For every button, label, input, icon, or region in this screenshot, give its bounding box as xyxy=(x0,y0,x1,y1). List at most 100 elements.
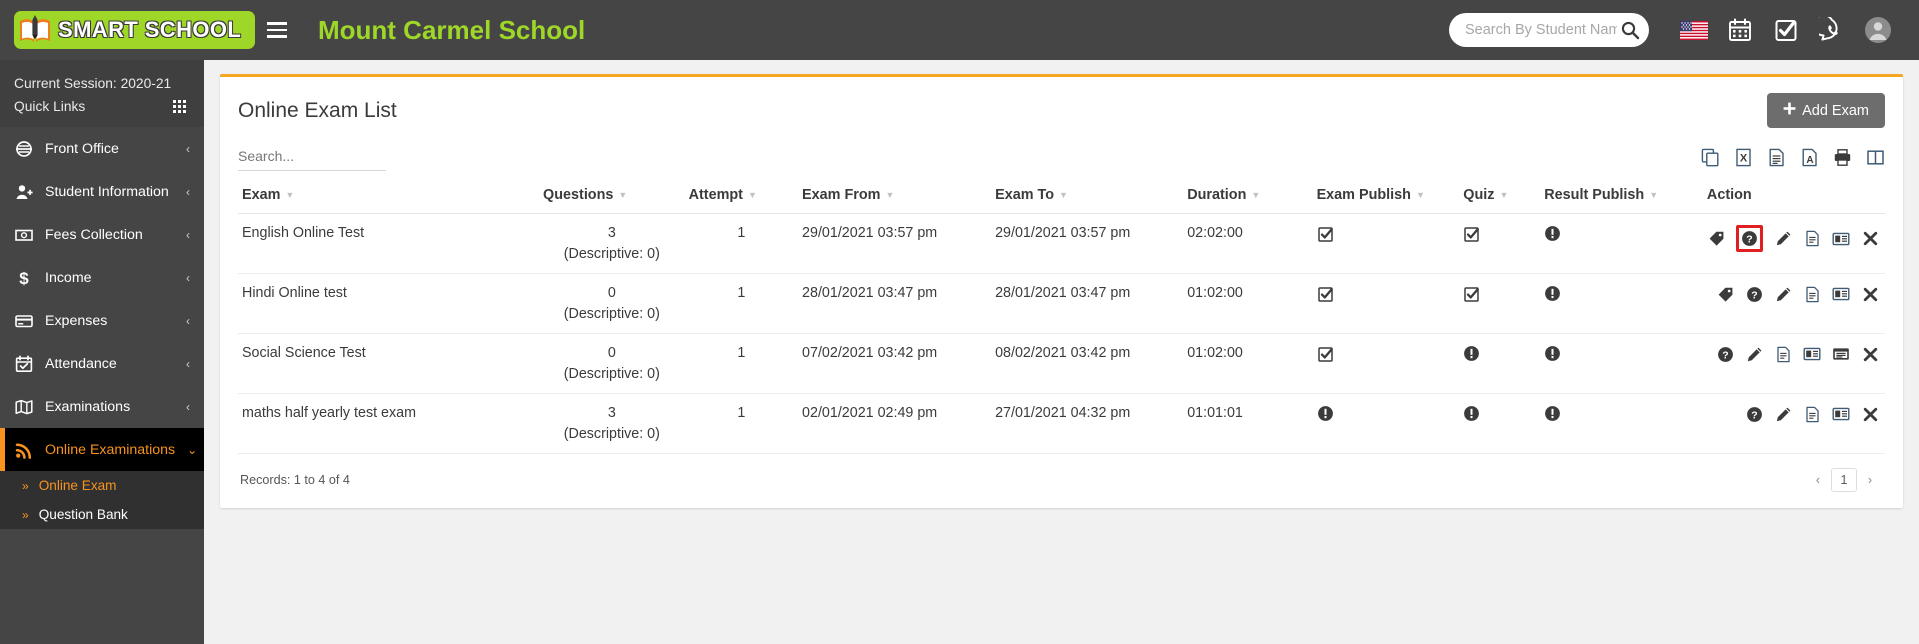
table-footer: Records: 1 to 4 of 4 ‹ 1 › xyxy=(238,454,1885,498)
sidebar-item-income[interactable]: $ Income ‹ xyxy=(0,256,204,299)
col-duration[interactable]: Duration ▼ xyxy=(1183,181,1313,214)
cell-exam: Hindi Online test xyxy=(238,273,540,334)
document-icon[interactable] xyxy=(1803,285,1821,303)
rss-signal-icon xyxy=(14,441,33,459)
pagination-prev[interactable]: ‹ xyxy=(1805,468,1831,492)
sidebar-item-fees-collection[interactable]: Fees Collection ‹ xyxy=(0,213,204,256)
table-row[interactable]: English Online Test 3 (Descriptive: 0) 1… xyxy=(238,213,1885,274)
result-card-icon[interactable] xyxy=(1832,230,1850,248)
sidebar-item-front-office[interactable]: Front Office ‹ xyxy=(0,127,204,170)
csv-icon[interactable] xyxy=(1766,147,1786,167)
col-attempt[interactable]: Attempt ▼ xyxy=(684,181,799,214)
edit-pencil-icon[interactable] xyxy=(1774,285,1792,303)
edit-pencil-icon[interactable] xyxy=(1774,405,1792,423)
sidebar-item-student-information[interactable]: Student Information ‹ xyxy=(0,170,204,213)
status-info-icon[interactable] xyxy=(1544,345,1561,362)
delete-x-icon[interactable] xyxy=(1861,285,1879,303)
delete-x-icon[interactable] xyxy=(1861,345,1879,363)
col-label: Result Publish xyxy=(1544,187,1645,203)
copy-icon[interactable] xyxy=(1700,147,1720,167)
excel-icon[interactable]: X xyxy=(1733,147,1753,167)
brand-logo[interactable]: SMART SCHOOL xyxy=(14,11,256,49)
result-card-icon[interactable] xyxy=(1832,285,1850,303)
edit-pencil-icon[interactable] xyxy=(1774,230,1792,248)
col-questions[interactable]: Questions ▼ xyxy=(539,181,685,214)
document-icon[interactable] xyxy=(1774,345,1792,363)
chevron-left-icon: ‹ xyxy=(186,270,190,285)
grid-icon[interactable] xyxy=(173,100,186,113)
sidebar-item-online-exam[interactable]: » Online Exam xyxy=(0,471,204,500)
col-exam-to[interactable]: Exam To ▼ xyxy=(991,181,1184,214)
delete-x-icon[interactable] xyxy=(1861,230,1879,248)
sidebar-item-attendance[interactable]: Attendance ‹ xyxy=(0,342,204,385)
question-mark-icon[interactable]: ? xyxy=(1745,285,1763,303)
calendar-icon[interactable] xyxy=(1717,7,1763,53)
table-search-input[interactable] xyxy=(238,144,386,171)
document-icon[interactable] xyxy=(1803,405,1821,423)
pagination-page-1[interactable]: 1 xyxy=(1831,468,1857,492)
table-search-wrapper[interactable] xyxy=(238,144,386,171)
column-visibility-icon[interactable] xyxy=(1865,147,1885,167)
status-check-icon[interactable] xyxy=(1317,225,1335,243)
cell-duration: 02:02:00 xyxy=(1183,213,1313,274)
col-quiz[interactable]: Quiz ▼ xyxy=(1459,181,1541,214)
quick-links-row[interactable]: Quick Links xyxy=(14,95,204,118)
cell-quiz xyxy=(1459,333,1541,394)
add-exam-button[interactable]: Add Exam xyxy=(1767,93,1885,128)
status-check-icon[interactable] xyxy=(1317,345,1335,363)
descriptive-count: (Descriptive: 0) xyxy=(563,246,660,262)
col-exam-publish[interactable]: Exam Publish ▼ xyxy=(1312,181,1460,214)
user-avatar-icon[interactable] xyxy=(1855,7,1901,53)
document-icon[interactable] xyxy=(1803,230,1821,248)
whatsapp-icon[interactable] xyxy=(1809,7,1855,53)
status-check-icon[interactable] xyxy=(1463,285,1481,303)
status-info-icon[interactable] xyxy=(1463,405,1480,422)
book-open-icon xyxy=(14,398,33,416)
status-info-icon[interactable] xyxy=(1544,225,1561,242)
status-info-icon[interactable] xyxy=(1463,345,1480,362)
table-row[interactable]: maths half yearly test exam 3 (Descripti… xyxy=(238,393,1885,454)
status-check-icon[interactable] xyxy=(1317,285,1335,303)
sidebar-item-online-examinations[interactable]: Online Examinations ⌄ xyxy=(0,428,204,471)
topbar-right-group xyxy=(1449,7,1919,53)
sort-caret-icon: ▼ xyxy=(285,190,295,201)
cell-exam-from: 02/01/2021 02:49 pm xyxy=(798,393,992,454)
question-mark-icon[interactable]: ? xyxy=(1716,345,1734,363)
sidebar-item-expenses[interactable]: Expenses ‹ xyxy=(0,299,204,342)
double-chevron-right-icon: » xyxy=(22,507,29,522)
sidebar-item-question-bank[interactable]: » Question Bank xyxy=(0,500,204,529)
task-check-icon[interactable] xyxy=(1763,7,1809,53)
search-icon[interactable] xyxy=(1617,17,1643,43)
pagination: ‹ 1 › xyxy=(1805,468,1883,492)
print-icon[interactable] xyxy=(1832,147,1852,167)
sidebar-item-examinations[interactable]: Examinations ‹ xyxy=(0,385,204,428)
table-row[interactable]: Social Science Test 0 (Descriptive: 0) 1… xyxy=(238,333,1885,394)
window-list-icon[interactable] xyxy=(1832,345,1850,363)
edit-pencil-icon[interactable] xyxy=(1745,345,1763,363)
search-input[interactable] xyxy=(1465,22,1617,38)
question-mark-icon[interactable]: ? xyxy=(1745,405,1763,423)
col-exam[interactable]: Exam ▼ xyxy=(238,181,540,214)
col-label: Duration xyxy=(1187,187,1247,203)
svg-text:?: ? xyxy=(1722,349,1728,361)
status-info-icon[interactable] xyxy=(1544,285,1561,302)
result-card-icon[interactable] xyxy=(1832,405,1850,423)
tag-icon[interactable] xyxy=(1707,230,1725,248)
status-info-icon[interactable] xyxy=(1317,405,1334,422)
col-exam-from[interactable]: Exam From ▼ xyxy=(798,181,992,214)
logo-area[interactable]: SMART SCHOOL xyxy=(0,0,256,60)
status-check-icon[interactable] xyxy=(1463,225,1481,243)
question-mark-icon[interactable]: ? xyxy=(1736,225,1763,252)
pdf-icon[interactable]: A xyxy=(1799,147,1819,167)
table-row[interactable]: Hindi Online test 0 (Descriptive: 0) 1 2… xyxy=(238,273,1885,334)
col-result-publish[interactable]: Result Publish ▼ xyxy=(1540,181,1703,214)
pagination-next[interactable]: › xyxy=(1857,468,1883,492)
global-search[interactable] xyxy=(1449,13,1649,47)
tag-icon[interactable] xyxy=(1716,285,1734,303)
language-flag-icon[interactable] xyxy=(1671,7,1717,53)
result-card-icon[interactable] xyxy=(1803,345,1821,363)
delete-x-icon[interactable] xyxy=(1861,405,1879,423)
hamburger-icon[interactable] xyxy=(260,13,294,47)
cell-action: ? xyxy=(1702,273,1885,334)
status-info-icon[interactable] xyxy=(1544,405,1561,422)
